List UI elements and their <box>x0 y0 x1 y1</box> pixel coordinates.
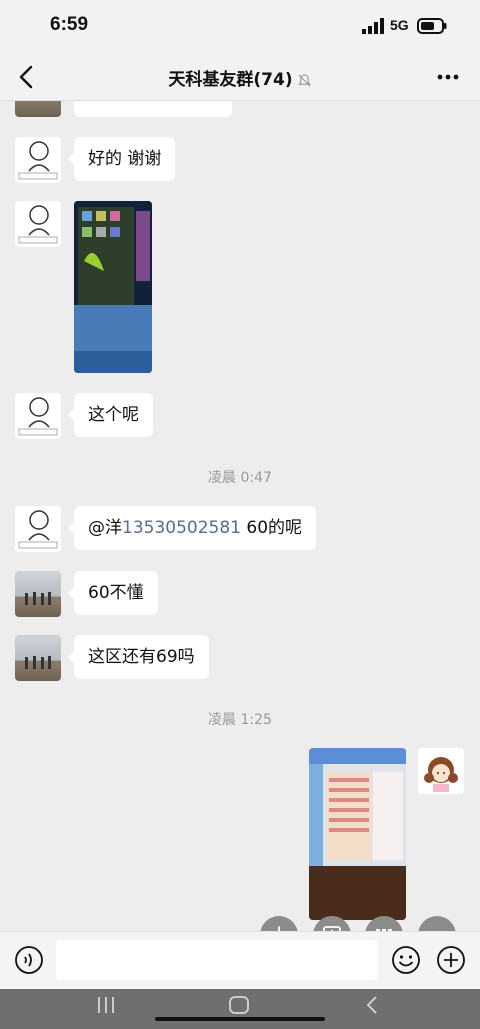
plus-icon[interactable] <box>436 945 466 975</box>
home-indicator[interactable] <box>155 1017 325 1021</box>
network-type: 5G <box>390 17 409 33</box>
back-icon[interactable] <box>362 993 384 1017</box>
avatar[interactable] <box>15 571 61 617</box>
avatar[interactable] <box>15 101 61 117</box>
more-icon[interactable] <box>436 67 460 87</box>
emoji-icon[interactable] <box>391 945 421 975</box>
phone-link[interactable]: 13530502581 <box>122 518 241 538</box>
sketch-avatar-icon <box>18 510 58 549</box>
input-bar <box>0 931 480 990</box>
monitor-photo-image <box>309 748 406 920</box>
avatar[interactable] <box>15 201 61 247</box>
image-message[interactable] <box>74 201 152 373</box>
mention-text: @洋 <box>88 518 122 538</box>
message-bubble[interactable]: 这区还有69吗 <box>68 635 209 679</box>
status-bar: 6:59 5G <box>0 0 480 54</box>
battery-icon <box>417 18 447 34</box>
message-text: 这个呢 <box>88 405 139 425</box>
message-text: 这区还有69吗 <box>88 647 195 667</box>
image-message[interactable] <box>309 748 406 920</box>
message-bubble[interactable]: 这个呢 <box>68 393 153 437</box>
chat-title-wrap: 天科基友群(74) <box>0 65 480 90</box>
beach-photo-avatar <box>25 592 51 605</box>
message-bubble-partial[interactable] <box>74 101 232 117</box>
sketch-avatar-icon <box>18 141 58 180</box>
cartoon-girl-avatar <box>424 757 458 792</box>
status-time: 6:59 <box>50 14 89 35</box>
home-icon[interactable] <box>228 993 250 1017</box>
chat-area[interactable]: 好的 谢谢 这个呢 凌晨 0:47 @洋13530502581 60的呢 60不… <box>0 101 480 931</box>
timestamp: 凌晨 1:25 <box>208 712 272 728</box>
message-input[interactable] <box>56 940 378 980</box>
message-bubble[interactable]: 60不懂 <box>68 571 158 615</box>
sketch-avatar-icon <box>18 205 58 244</box>
avatar[interactable] <box>15 393 61 439</box>
avatar[interactable] <box>15 635 61 681</box>
sketch-avatar-icon <box>18 397 58 436</box>
chat-title: 天科基友群(74) <box>168 70 293 90</box>
message-text: 60不懂 <box>88 583 144 603</box>
avatar[interactable] <box>418 748 464 794</box>
timestamp: 凌晨 0:47 <box>208 470 272 486</box>
message-text: 好的 谢谢 <box>88 149 162 169</box>
message-bubble[interactable]: @洋13530502581 60的呢 <box>67 506 317 550</box>
avatar[interactable] <box>15 506 61 552</box>
system-nav-bar <box>0 989 480 1029</box>
message-text: 60的呢 <box>246 518 303 538</box>
chat-header: 天科基友群(74) <box>0 54 480 101</box>
signal-icon <box>362 18 384 34</box>
beach-photo-avatar <box>25 656 51 669</box>
voice-icon[interactable] <box>14 945 44 975</box>
recents-icon[interactable] <box>95 993 117 1017</box>
bell-off-icon <box>297 73 311 87</box>
game-screenshot-image <box>74 201 152 373</box>
avatar[interactable] <box>15 137 61 183</box>
message-bubble[interactable]: 好的 谢谢 <box>67 137 176 181</box>
